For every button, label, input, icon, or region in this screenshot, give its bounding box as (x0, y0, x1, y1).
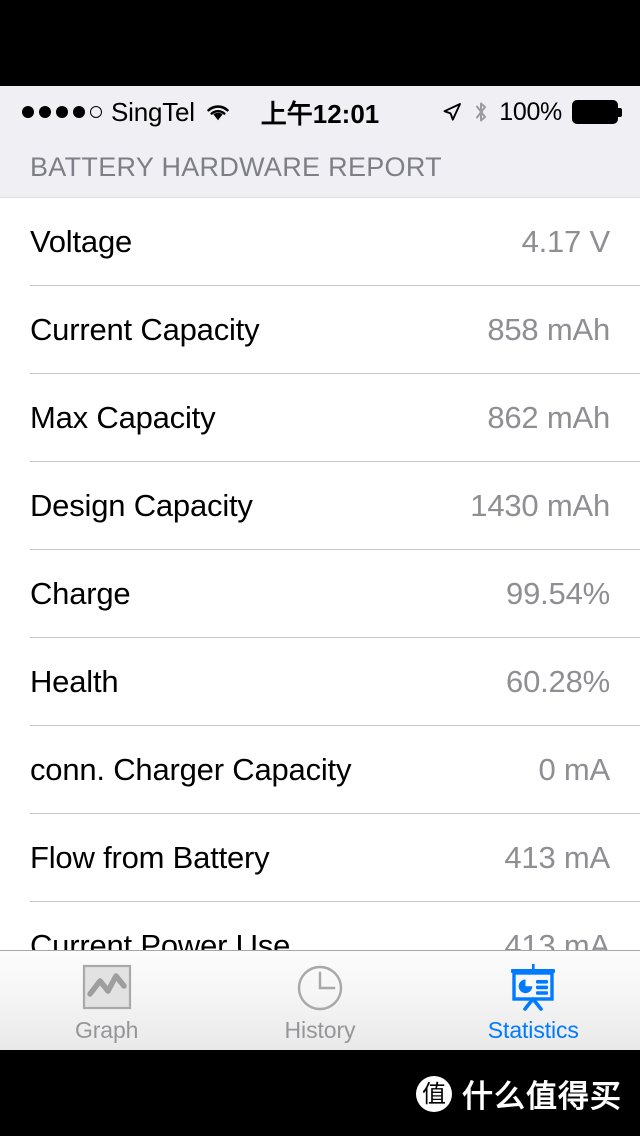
table-row[interactable]: Current Capacity 858 mAh (0, 286, 640, 374)
row-label: Design Capacity (30, 488, 253, 523)
signal-dot-filled (22, 106, 34, 118)
clock-icon (295, 963, 345, 1013)
tab-label: Graph (74, 1017, 139, 1043)
screenshot-root: SingTel 上午12:01 100% BATTERY HARDWARE RE… (0, 0, 640, 1136)
line-chart-icon (81, 963, 133, 1013)
signal-dot-filled (73, 106, 85, 118)
letterbox-top (0, 0, 640, 86)
table-row[interactable]: Max Capacity 862 mAh (0, 374, 640, 462)
phone-viewport: SingTel 上午12:01 100% BATTERY HARDWARE RE… (0, 86, 640, 1050)
row-value: 1430 mAh (470, 488, 610, 523)
watermark-text: 什么值得买 (462, 1079, 622, 1115)
battery-report-list: Voltage 4.17 V Current Capacity 858 mAh … (0, 198, 640, 990)
tab-label: Statistics (487, 1017, 579, 1043)
row-value: 0 mA (538, 752, 610, 787)
row-label: Flow from Battery (30, 840, 270, 875)
tab-bar: Graph History Statistics (0, 950, 640, 1050)
signal-dot-filled (39, 106, 51, 118)
table-row[interactable]: Charge 99.54% (0, 550, 640, 638)
section-header-title: BATTERY HARDWARE REPORT (30, 152, 442, 182)
section-header: BATTERY HARDWARE REPORT (0, 138, 640, 198)
presentation-chart-icon (506, 963, 560, 1013)
tab-statistics[interactable]: Statistics (427, 951, 640, 1050)
bluetooth-icon (473, 100, 489, 124)
table-row[interactable]: conn. Charger Capacity 0 mA (0, 726, 640, 814)
tab-history[interactable]: History (213, 951, 426, 1050)
location-arrow-icon (441, 101, 463, 123)
status-bar-left: SingTel (22, 99, 232, 125)
status-bar-right: 100% (441, 98, 622, 127)
battery-percentage: 100% (499, 97, 562, 126)
row-label: Charge (30, 576, 131, 611)
tab-graph[interactable]: Graph (0, 951, 213, 1050)
clock-text: 上午12:01 (260, 98, 380, 129)
letterbox-bottom: 值 什么值得买 (0, 1050, 640, 1136)
wifi-icon (204, 101, 232, 123)
row-value: 99.54% (506, 576, 610, 611)
carrier-name: SingTel (111, 97, 195, 127)
row-label: Current Capacity (30, 312, 260, 347)
row-label: Voltage (30, 224, 133, 259)
watermark: 值 什么值得买 (416, 1071, 622, 1116)
row-value: 413 mA (504, 840, 610, 875)
row-value: 862 mAh (487, 400, 610, 435)
row-label: Health (30, 664, 119, 699)
table-row[interactable]: Voltage 4.17 V (0, 198, 640, 286)
tab-label: History (284, 1017, 356, 1043)
status-bar: SingTel 上午12:01 100% (0, 86, 640, 138)
row-value: 858 mAh (487, 312, 610, 347)
signal-dot-filled (56, 106, 68, 118)
row-value: 60.28% (506, 664, 610, 699)
row-value: 4.17 V (521, 224, 611, 259)
table-row[interactable]: Flow from Battery 413 mA (0, 814, 640, 902)
row-label: Max Capacity (30, 400, 216, 435)
table-row[interactable]: Design Capacity 1430 mAh (0, 462, 640, 550)
row-label: conn. Charger Capacity (30, 752, 352, 787)
watermark-logo: 值 (416, 1075, 452, 1112)
battery-full-icon (572, 100, 622, 124)
table-row[interactable]: Health 60.28% (0, 638, 640, 726)
signal-dot-empty (90, 106, 102, 118)
signal-strength-dots (22, 106, 102, 118)
